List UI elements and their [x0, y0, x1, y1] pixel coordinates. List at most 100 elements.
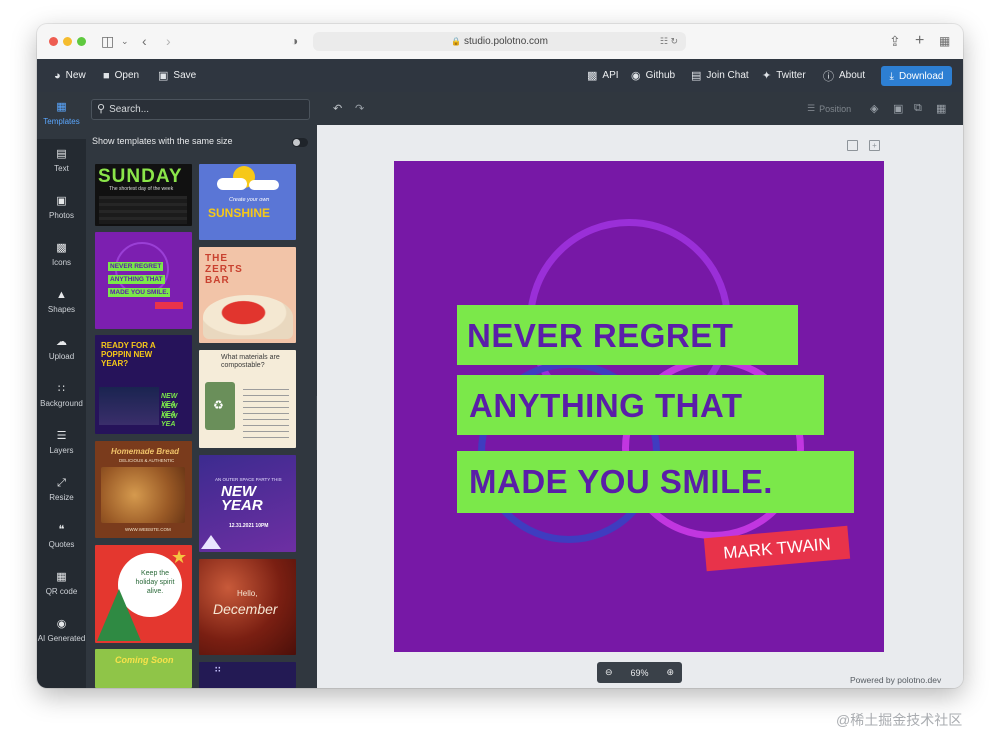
tab-qr-code[interactable]: ▦ QR code	[37, 562, 86, 609]
tab-shapes[interactable]: ▲ Shapes	[37, 280, 86, 327]
tab-icons[interactable]: ▩ Icons	[37, 233, 86, 280]
about-link[interactable]: ⓘ About	[823, 59, 865, 92]
tab-label: Quotes	[48, 540, 75, 549]
watermark: @稀土掘金技术社区	[836, 712, 963, 728]
save-button[interactable]: ▣ Save	[158, 59, 196, 92]
chevron-down-icon[interactable]: ⌄	[121, 31, 129, 51]
search-box[interactable]: ⚲ Search...	[91, 99, 310, 120]
thumb-text: THE ZERTS BAR	[205, 253, 243, 286]
tab-background[interactable]: ∷ Background	[37, 374, 86, 421]
thumb-text: NEVER REGRET	[108, 262, 164, 271]
tab-templates[interactable]: ▦ Templates	[37, 92, 86, 139]
duplicate-page-icon[interactable]	[847, 140, 858, 151]
lock-icon: 🔒	[451, 37, 461, 46]
zoom-out-icon[interactable]: ⊖	[605, 667, 613, 678]
template-space-party[interactable]: AN OUTER SPACE PARTY THIS NEW YEAR 12.31…	[199, 455, 296, 552]
thumb-author-tag	[155, 302, 183, 309]
tab-resize[interactable]: ⤢ Resize	[37, 468, 86, 515]
redo-icon[interactable]: ↷	[355, 102, 364, 115]
api-link[interactable]: ▩ API	[587, 59, 619, 92]
tab-quotes[interactable]: ❝ Quotes	[37, 515, 86, 562]
search-input[interactable]: Search...	[109, 104, 149, 115]
template-compostable[interactable]: What materials are compostable? ♻	[199, 350, 296, 448]
template-coming-soon[interactable]: Coming Soon	[95, 649, 192, 688]
close-window-button[interactable]	[49, 37, 58, 46]
zoom-in-icon[interactable]: ⊕	[666, 667, 674, 678]
template-holiday-spirit[interactable]: Keep the holiday spirit alive. ★	[95, 545, 192, 643]
template-never-regret[interactable]: NEVER REGRET ANYTHING THAT MADE YOU SMIL…	[95, 232, 192, 329]
thumb-text-lines	[243, 384, 289, 440]
template-sunshine[interactable]: Create your own SUNSHINE	[199, 164, 296, 240]
thumb-text: The shortest day of the week	[109, 186, 174, 192]
tab-photos[interactable]: ▣ Photos	[37, 186, 86, 233]
tab-upload[interactable]: ☁ Upload	[37, 327, 86, 374]
thumb-text: What materials are compostable?	[221, 354, 280, 369]
shapes-icon: ▲	[56, 289, 67, 301]
template-sunday[interactable]: SUNDAY The shortest day of the week	[95, 164, 192, 226]
workspace-toolbar: ↶ ↷ ☰ Position ◈ ▣ ⧉ ▦	[317, 92, 963, 125]
open-button[interactable]: ■ Open	[103, 59, 139, 92]
zoom-controls: ⊖ 69% ⊕	[597, 662, 682, 683]
tab-label: Photos	[49, 211, 74, 220]
duplicate-icon[interactable]: ⧉	[914, 102, 922, 115]
download-icon: ⤓	[889, 70, 894, 82]
opacity-icon[interactable]: ◈	[870, 102, 878, 115]
tab-label: Resize	[49, 493, 74, 502]
join-chat-link[interactable]: ▤ Join Chat	[691, 59, 749, 92]
toggle-knob	[293, 139, 300, 146]
template-homemade-bread[interactable]: Homemade Bread DELICIOUS & AUTHENTIC WWW…	[95, 441, 192, 538]
browser-window: ◫ ⌄ ‹ › ◑ 🔒 studio.polotno.com ☷ ↻ ⇪ + ▦ …	[37, 24, 963, 688]
maximize-window-button[interactable]	[77, 37, 86, 46]
thumb-text: Homemade Bread	[111, 447, 180, 456]
tab-layers[interactable]: ☰ Layers	[37, 421, 86, 468]
template-december[interactable]: Hello, December	[199, 559, 296, 655]
tab-label: Background	[40, 399, 83, 408]
qr-code-icon: ▦	[56, 571, 67, 583]
address-bar[interactable]: 🔒 studio.polotno.com ☷ ↻	[313, 32, 686, 51]
templates-panel: ⚲ Search... Show templates with the same …	[86, 92, 317, 688]
position-button[interactable]: ☰ Position	[807, 92, 851, 125]
app-toolbar: ◕ New ■ Open ▣ Save ▩ API ◉ Github ▤ Join Chat…	[37, 59, 963, 92]
quote-line-2[interactable]: ANYTHING THAT	[469, 387, 743, 425]
twitter-link[interactable]: ✦ Twitter	[762, 59, 806, 92]
tab-text[interactable]: ▤ Text	[37, 139, 86, 186]
thumb-mountain	[201, 535, 221, 549]
github-link[interactable]: ◉ Github	[631, 59, 675, 92]
thumb-text: AN OUTER SPACE PARTY THIS	[215, 477, 282, 482]
download-button[interactable]: ⤓ Download	[881, 66, 952, 86]
quote-line-1[interactable]: NEVER REGRET	[467, 317, 733, 355]
grid-icon: ∷	[215, 665, 221, 674]
side-tab-bar: ▦ Templates ▤ Text ▣ Photos ▩ Icons ▲ Shapes …	[37, 92, 86, 688]
minimize-window-button[interactable]	[63, 37, 72, 46]
template-zerts-bar[interactable]: THE ZERTS BAR	[199, 247, 296, 343]
undo-icon[interactable]: ↶	[333, 102, 342, 115]
cloud-shape	[217, 178, 247, 190]
trash-icon[interactable]: ▦	[936, 102, 946, 115]
tab-overview-icon[interactable]: ▦	[939, 31, 950, 51]
browser-chrome: ◫ ⌄ ‹ › ◑ 🔒 studio.polotno.com ☷ ↻ ⇪ + ▦	[37, 24, 963, 60]
tab-ai-generated[interactable]: ◉ AI Generated	[37, 609, 86, 656]
quote-line-3[interactable]: MADE YOU SMILE.	[469, 463, 773, 501]
forward-icon[interactable]: ›	[166, 31, 171, 51]
add-page-icon[interactable]: +	[869, 140, 880, 151]
thumb-text: NEW YEA	[161, 413, 178, 428]
position-label: Position	[819, 103, 852, 114]
template-partial[interactable]: ∷	[199, 662, 296, 688]
design-canvas[interactable]: NEVER REGRET ANYTHING THAT MADE YOU SMIL…	[394, 161, 884, 652]
thumb-text: WWW.WEBSITE.COM	[125, 527, 171, 532]
twitter-label: Twitter	[776, 70, 806, 81]
translate-reload-icons[interactable]: ☷ ↻	[660, 32, 678, 51]
resize-icon: ⤢	[57, 477, 66, 489]
same-size-toggle[interactable]	[292, 138, 308, 147]
share-icon[interactable]: ⇪	[889, 31, 901, 51]
lock-icon[interactable]: ▣	[893, 102, 903, 115]
powered-by-link[interactable]: Powered by polotno.dev	[850, 675, 941, 685]
api-label: API	[602, 70, 619, 81]
back-icon[interactable]: ‹	[142, 31, 147, 51]
new-tab-icon[interactable]: +	[915, 31, 924, 51]
folder-icon: ■	[103, 69, 110, 82]
sidebar-toggle-icon[interactable]: ◫	[101, 31, 114, 51]
new-button[interactable]: ◕ New	[54, 59, 86, 92]
shield-icon[interactable]: ◑	[291, 31, 298, 51]
template-poppin-new-year[interactable]: READY FOR A POPPIN NEW YEAR? NEW YEA NEW…	[95, 335, 192, 434]
